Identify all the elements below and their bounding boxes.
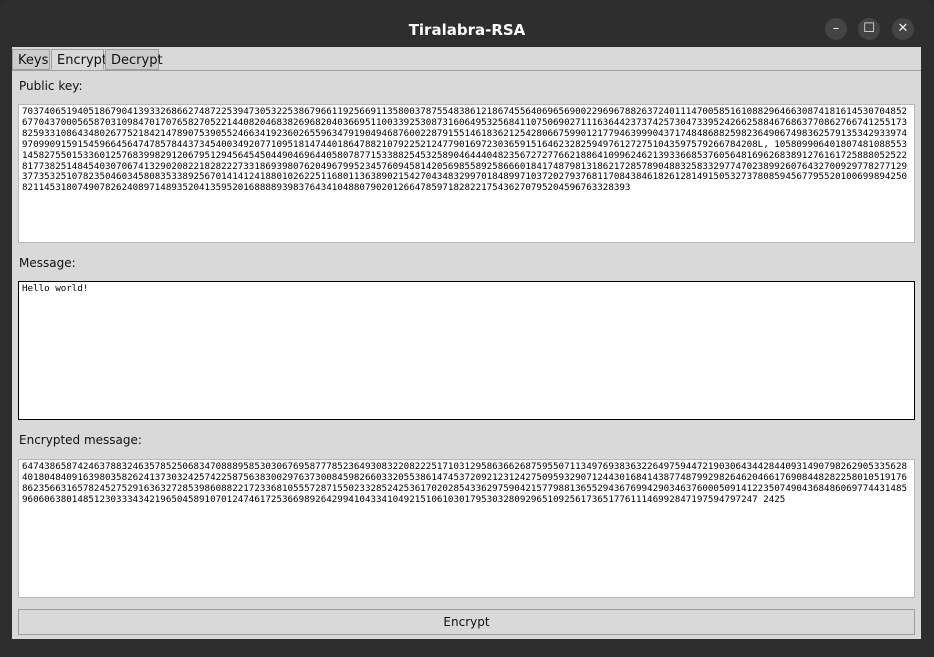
minimize-button[interactable]: – xyxy=(825,18,847,40)
maximize-button[interactable]: ☐ xyxy=(858,18,880,40)
title-bar[interactable]: Tiralabra-RSA – ☐ ✕ xyxy=(0,0,934,46)
tab-encrypt[interactable]: Encrypt xyxy=(51,49,107,70)
encrypt-button[interactable]: Encrypt xyxy=(18,609,915,635)
encrypted-message-label: Encrypted message: xyxy=(19,433,142,447)
tab-keys[interactable]: Keys xyxy=(12,49,50,70)
encrypted-message-textarea[interactable]: 6474386587424637883246357852506834708889… xyxy=(18,459,915,598)
encrypt-panel: Public key: 7037406519405186790413933268… xyxy=(12,70,921,639)
close-button[interactable]: ✕ xyxy=(892,18,914,40)
public-key-label: Public key: xyxy=(19,79,83,93)
message-textarea[interactable]: Hello world! xyxy=(18,281,915,420)
public-key-textarea[interactable]: 7037406519405186790413933268662748722539… xyxy=(18,104,915,243)
app-window: Tiralabra-RSA – ☐ ✕ Keys Encrypt Decrypt… xyxy=(0,0,934,657)
main-area: Keys Encrypt Decrypt Public key: 7037406… xyxy=(12,47,921,639)
message-label: Message: xyxy=(19,256,76,270)
tab-decrypt[interactable]: Decrypt xyxy=(105,49,163,70)
